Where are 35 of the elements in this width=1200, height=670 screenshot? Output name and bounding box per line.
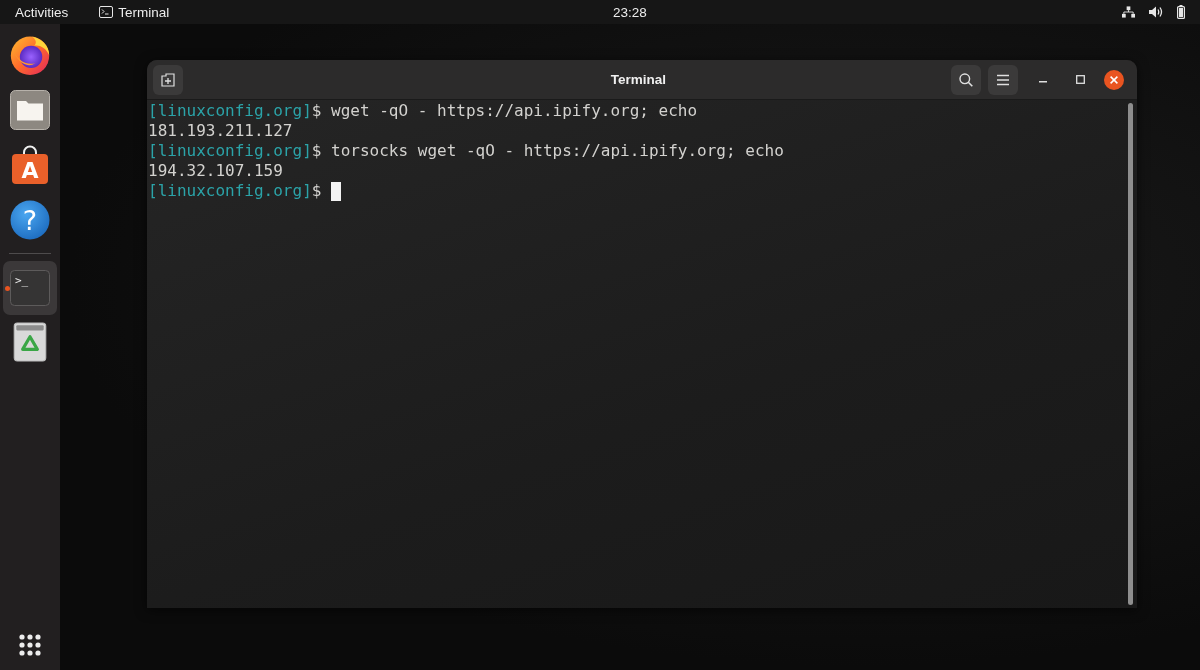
command-text: torsocks wget -qO - https://api.ipify.org; echo xyxy=(331,141,784,160)
battery-icon xyxy=(1177,5,1185,19)
menu-button[interactable] xyxy=(988,64,1018,95)
terminal-icon: >_ xyxy=(10,270,50,306)
grid-icon xyxy=(19,634,41,656)
search-button[interactable] xyxy=(951,64,981,95)
search-icon xyxy=(959,72,973,87)
help-icon: ? xyxy=(10,199,50,240)
output-text: 194.32.107.159 xyxy=(148,161,283,180)
web-browser-icon xyxy=(10,34,50,75)
app-menu-button[interactable]: Terminal xyxy=(93,1,176,23)
prompt-symbol: $ xyxy=(311,101,322,120)
prompt-text: [linuxconfig.org] xyxy=(148,101,312,120)
volume-icon xyxy=(1149,6,1163,18)
folder-icon xyxy=(10,89,50,130)
minimize-icon xyxy=(1039,80,1047,83)
maximize-icon xyxy=(1075,75,1085,84)
clock-button[interactable]: 23:28 xyxy=(607,1,653,23)
prompt-text: [linuxconfig.org] xyxy=(148,141,312,160)
prompt-text: [linuxconfig.org] xyxy=(148,181,312,200)
plus-icon xyxy=(161,72,175,87)
close-icon xyxy=(1110,75,1118,84)
terminal-icon xyxy=(99,6,114,18)
command-text: wget -qO - https://api.ipify.org; echo xyxy=(331,101,698,120)
activities-button[interactable]: Activities xyxy=(9,1,75,23)
output-text: 181.193.211.127 xyxy=(148,121,293,140)
prompt-symbol: $ xyxy=(311,141,322,160)
prompt-symbol: $ xyxy=(311,181,322,200)
window-title: Terminal xyxy=(610,72,667,87)
close-button[interactable] xyxy=(1104,69,1124,90)
dock-item[interactable]: >_ xyxy=(3,261,57,315)
menu-icon xyxy=(996,72,1010,87)
scrollbar-thumb[interactable] xyxy=(1128,103,1133,605)
network-icon xyxy=(1122,6,1135,18)
new-tab-button[interactable] xyxy=(153,64,183,95)
